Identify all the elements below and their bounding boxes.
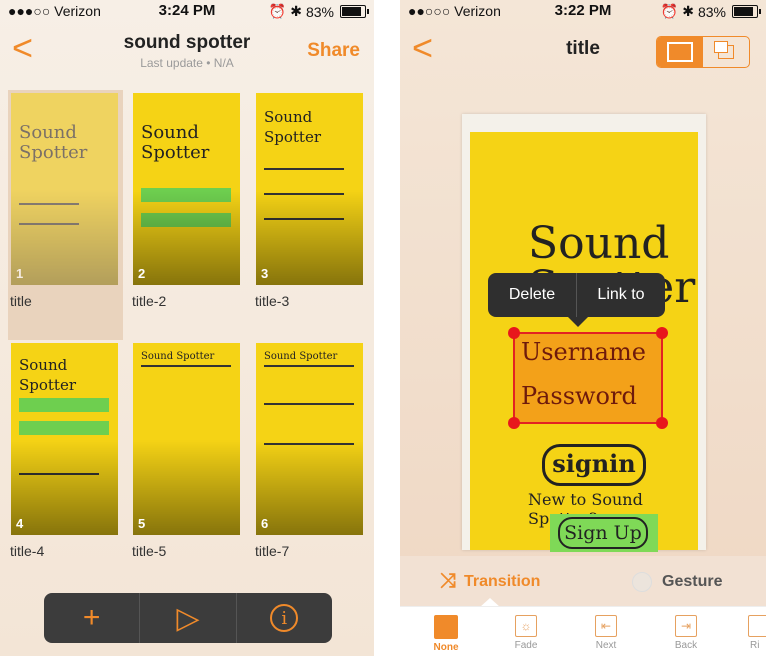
bottom-toolbar: + ▷ i xyxy=(44,593,332,643)
plus-icon: + xyxy=(82,601,101,634)
sketch-title: Sound Spotter xyxy=(264,351,338,362)
left-phone-screen: ●●●○○ Verizon 3:24 PM ⏰ ✱ 83% < sound sp… xyxy=(0,0,374,656)
screen-thumbnail[interactable]: Sound Spotter 4 title-4 xyxy=(8,340,123,590)
link-to-menu-item[interactable]: Link to xyxy=(577,273,665,317)
screen-label: title-5 xyxy=(132,543,167,559)
info-button[interactable]: i xyxy=(237,593,332,643)
segment-copy[interactable] xyxy=(703,37,749,67)
hotspot-selection[interactable]: Username Password xyxy=(508,327,668,429)
back-icon: ⇥ xyxy=(675,615,697,637)
battery-icon xyxy=(732,5,761,18)
transition-right[interactable]: Ri xyxy=(730,615,766,651)
screen-label: title-4 xyxy=(10,543,45,559)
resize-handle-top-left[interactable] xyxy=(508,327,520,339)
resize-handle-top-right[interactable] xyxy=(656,327,668,339)
screen-thumbnail[interactable]: Sound Spotter 3 title-3 xyxy=(253,90,368,340)
gesture-tab[interactable]: Gesture xyxy=(632,572,722,592)
bluetooth-icon: ✱ xyxy=(682,3,694,19)
sketch-title: Sound Spotter xyxy=(141,122,210,163)
shuffle-icon: ⤨ xyxy=(440,570,456,592)
resize-handle-bottom-left[interactable] xyxy=(508,417,520,429)
status-right: ⏰ ✱ 83% xyxy=(268,3,369,20)
fade-icon: ☼ xyxy=(515,615,537,637)
screen-label: title-2 xyxy=(132,293,167,309)
share-button[interactable]: Share xyxy=(307,40,360,62)
sketch-username: Username xyxy=(521,338,646,366)
transition-fade[interactable]: ☼ Fade xyxy=(496,615,556,651)
transition-none[interactable]: None xyxy=(416,615,476,653)
mode-bar: ⤨ Transition Gesture xyxy=(400,556,766,607)
screen-thumbnail[interactable]: Sound Spotter 1 title xyxy=(8,90,123,340)
play-icon: ▷ xyxy=(176,601,200,635)
screen-label: title xyxy=(10,293,32,309)
screen-number: 3 xyxy=(261,266,269,281)
screen-thumbnail[interactable]: Sound Spotter 5 title-5 xyxy=(130,340,245,590)
edit-mode-segmented-control xyxy=(656,36,750,68)
gesture-icon xyxy=(632,572,652,592)
transition-fade-label: Fade xyxy=(514,640,538,651)
battery-icon xyxy=(340,5,369,18)
transition-options: None ☼ Fade ⇤ Next ⇥ Back Ri xyxy=(400,606,766,656)
screen-sketch-image: Sound Spotter 2 xyxy=(133,93,240,285)
right-icon xyxy=(748,615,766,637)
sketch-signin: signin xyxy=(542,444,646,486)
copy-icon xyxy=(714,41,734,59)
transition-right-label: Ri xyxy=(750,640,760,651)
transition-back-label: Back xyxy=(674,640,698,651)
screen-number: 2 xyxy=(138,266,146,281)
sketch-title: Sound Spotter xyxy=(141,351,215,362)
resize-handle-bottom-right[interactable] xyxy=(656,417,668,429)
screen-number: 6 xyxy=(261,516,269,531)
sketch-title: Sound Spotter xyxy=(19,122,88,163)
alarm-icon: ⏰ xyxy=(268,3,287,19)
gesture-label: Gesture xyxy=(662,573,723,590)
status-bar: ●●○○○ Verizon 3:22 PM ⏰ ✱ 83% xyxy=(400,0,766,22)
transition-next[interactable]: ⇤ Next xyxy=(576,615,636,651)
screen-sketch-image: Sound Spotter 6 xyxy=(256,343,363,535)
screen-sketch-image: Sound Spotter 5 xyxy=(133,343,240,535)
add-screen-button[interactable]: + xyxy=(44,593,141,643)
sketch-title: Sound Spotter xyxy=(264,108,322,146)
transition-next-label: Next xyxy=(595,640,617,651)
status-bar: ●●●○○ Verizon 3:24 PM ⏰ ✱ 83% xyxy=(0,0,374,22)
status-right: ⏰ ✱ 83% xyxy=(660,3,761,20)
bluetooth-icon: ✱ xyxy=(290,3,302,19)
screen-sketch-image: Sound Spotter 3 xyxy=(256,93,363,285)
hotspot-context-menu: Delete Link to xyxy=(488,273,665,327)
screen-thumbnail[interactable]: Sound Spotter 6 title-7 xyxy=(253,340,368,590)
battery-percent: 83% xyxy=(697,3,726,20)
screen-number: 1 xyxy=(16,266,24,281)
navigation-bar: < sound spotter Last update • N/A Share xyxy=(0,26,374,76)
alarm-icon: ⏰ xyxy=(660,3,679,19)
screen-label: title-3 xyxy=(255,293,290,309)
frame-icon xyxy=(667,42,693,62)
transition-label: Transition xyxy=(464,572,541,590)
screen-label: title-7 xyxy=(255,543,290,559)
sketch-signup: Sign Up xyxy=(558,517,648,549)
sketch-signup-block: Sign Up xyxy=(550,514,658,552)
navigation-bar: < title xyxy=(400,26,766,76)
battery-percent: 83% xyxy=(305,3,334,20)
none-icon xyxy=(434,615,458,639)
screen-sketch-image: Sound Spotter 4 xyxy=(11,343,118,535)
info-icon: i xyxy=(270,604,299,632)
sketch-password: Password xyxy=(521,382,637,410)
delete-menu-item[interactable]: Delete xyxy=(488,273,577,317)
next-icon: ⇤ xyxy=(595,615,617,637)
play-button[interactable]: ▷ xyxy=(140,593,237,643)
screen-thumbnail[interactable]: Sound Spotter 2 title-2 xyxy=(130,90,245,340)
screen-number: 4 xyxy=(16,516,24,531)
right-phone-screen: ●●○○○ Verizon 3:22 PM ⏰ ✱ 83% < title So… xyxy=(400,0,766,656)
sketch-title: Sound Spotter xyxy=(19,356,77,394)
transition-tab[interactable]: ⤨ Transition xyxy=(440,570,540,593)
screen-number: 5 xyxy=(138,516,146,531)
screen-sketch-image: Sound Spotter 1 xyxy=(11,93,118,285)
transition-none-label: None xyxy=(433,642,459,653)
segment-hotspot[interactable] xyxy=(657,37,703,67)
transition-back[interactable]: ⇥ Back xyxy=(656,615,716,651)
